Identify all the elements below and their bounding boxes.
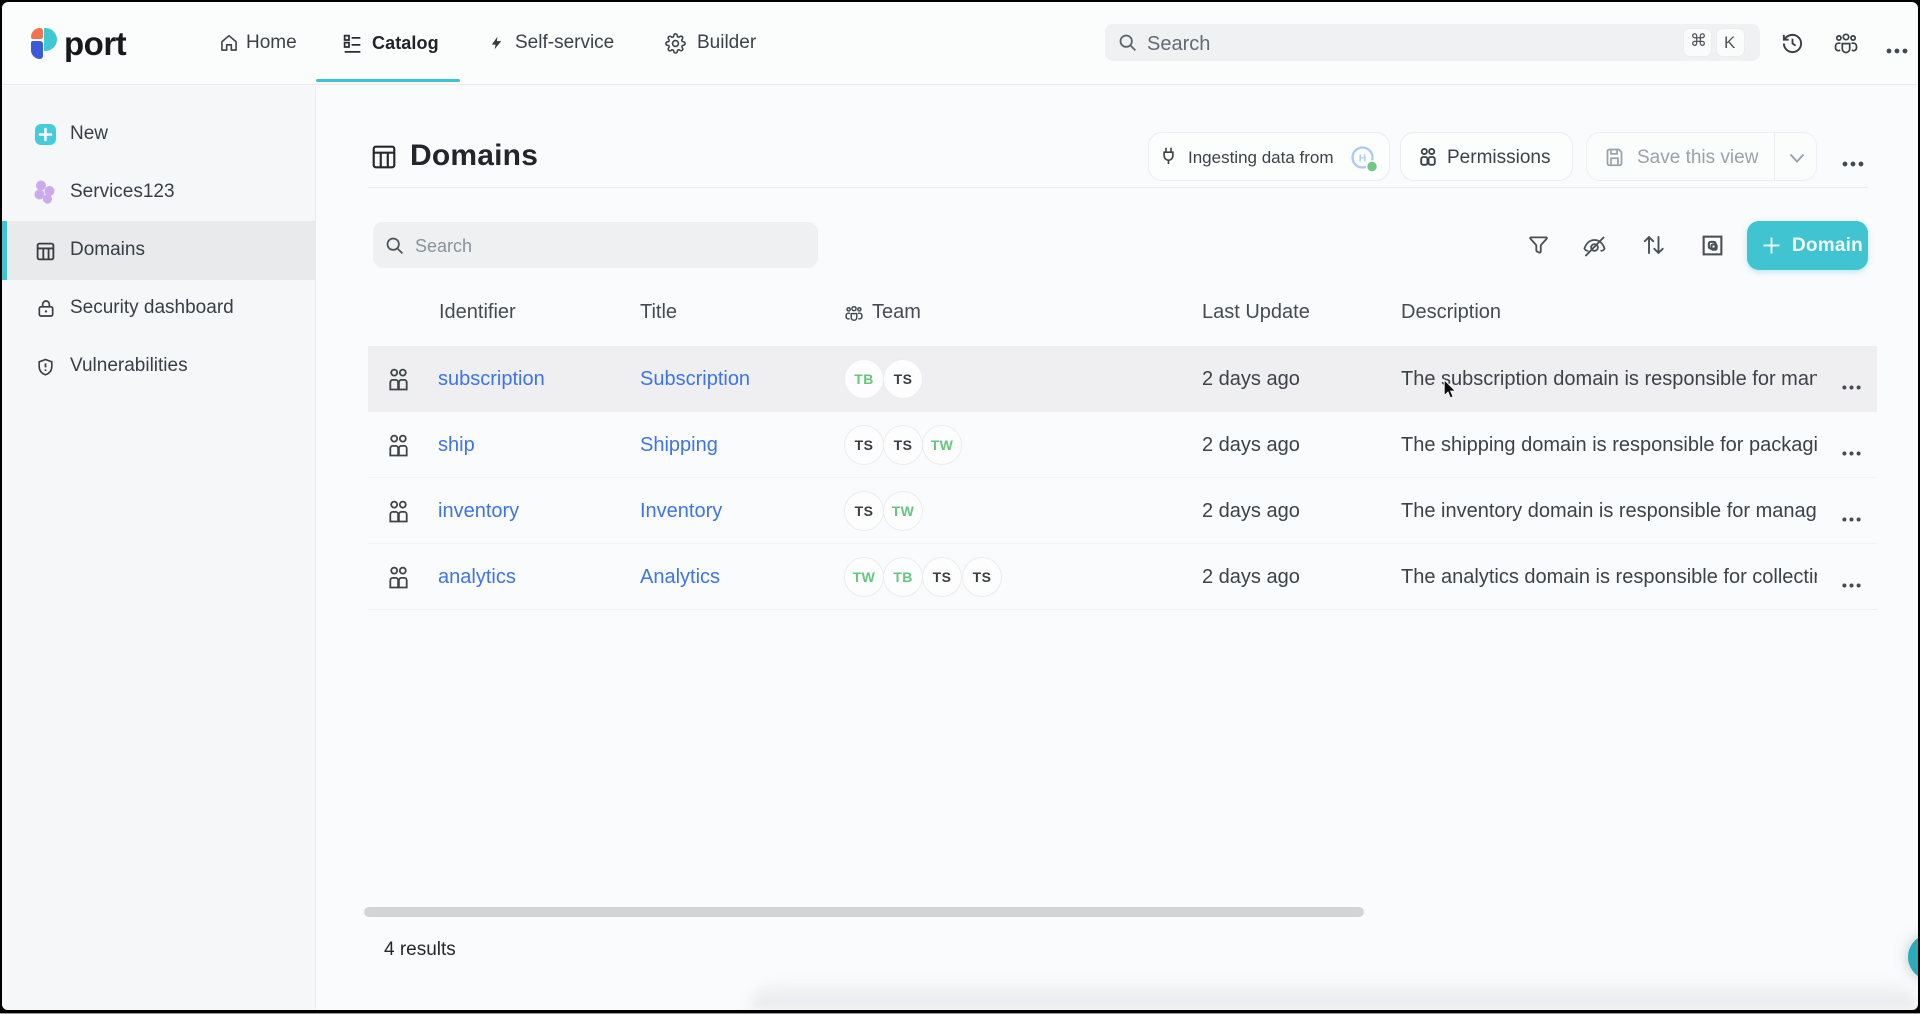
svg-text:H: H bbox=[1359, 153, 1367, 165]
